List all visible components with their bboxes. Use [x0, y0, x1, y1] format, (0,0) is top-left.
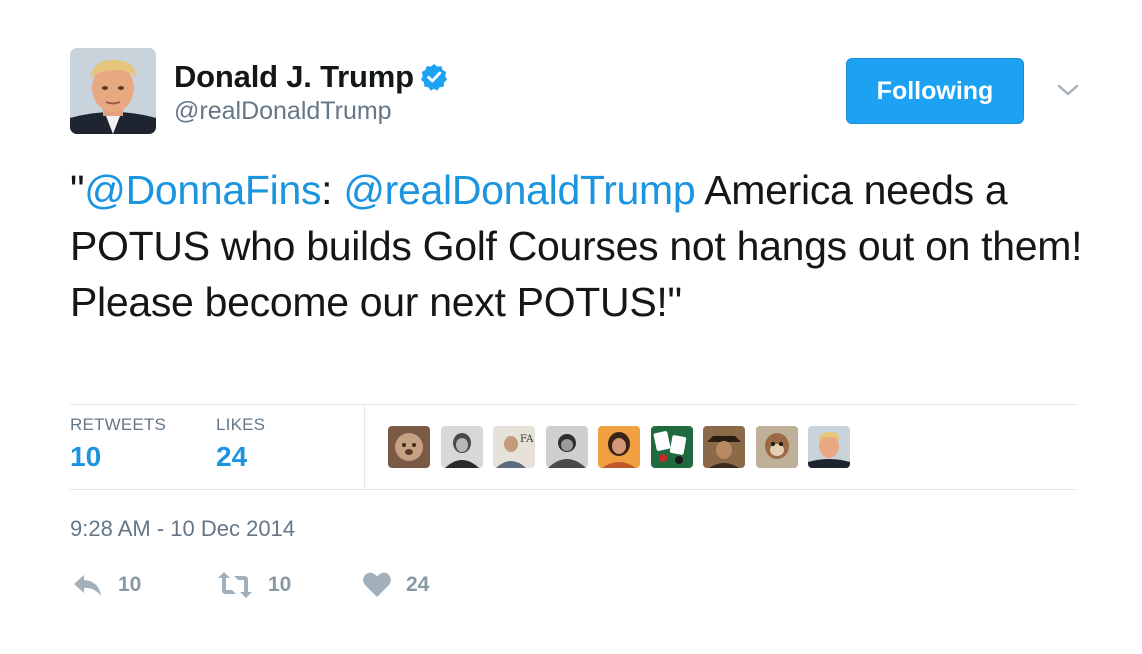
likes-stat[interactable]: LIKES 24	[216, 415, 265, 473]
stats-vertical-divider	[364, 405, 365, 489]
mention-link-donnafins[interactable]: @DonnaFins	[84, 167, 321, 213]
reply-icon	[72, 568, 104, 602]
stats-top-divider	[70, 404, 1076, 405]
user-handle[interactable]: @realDonaldTrump	[174, 96, 448, 126]
liker-avatar[interactable]	[545, 426, 588, 468]
liker-avatar[interactable]: FA	[493, 426, 535, 468]
retweet-button[interactable]: 10	[216, 568, 291, 602]
liker-avatar[interactable]	[755, 426, 798, 468]
liker-avatar[interactable]	[440, 426, 483, 468]
tweet-quote-open: "	[70, 167, 85, 213]
stats-bottom-divider	[70, 489, 1076, 490]
svg-text:FA: FA	[520, 434, 534, 445]
heart-icon	[362, 568, 392, 602]
following-button[interactable]: Following	[846, 58, 1024, 124]
liker-avatar[interactable]	[388, 426, 430, 468]
display-name[interactable]: Donald J. Trump	[174, 56, 448, 98]
reply-button[interactable]: 10	[72, 568, 141, 602]
liker-avatar[interactable]	[598, 426, 640, 468]
retweet-count: 10	[268, 573, 292, 596]
user-name-block[interactable]: Donald J. Trump @realDonaldTrump	[174, 56, 448, 126]
mention-link-realdonaldtrump[interactable]: @realDonaldTrump	[343, 167, 695, 213]
retweets-stat[interactable]: RETWEETS 10	[70, 415, 166, 473]
liker-avatar[interactable]	[650, 426, 693, 468]
liker-avatar[interactable]	[703, 426, 745, 468]
like-button[interactable]: 24	[362, 568, 429, 602]
tweet-colon: :	[321, 167, 344, 213]
likes-value[interactable]: 24	[216, 441, 265, 473]
profile-avatar[interactable]	[70, 48, 156, 134]
chevron-down-icon[interactable]	[1054, 78, 1082, 102]
likes-label: LIKES	[216, 415, 266, 434]
display-name-text[interactable]: Donald J. Trump	[174, 56, 414, 98]
like-count: 24	[406, 573, 430, 596]
retweets-value[interactable]: 10	[70, 441, 166, 473]
liker-avatar[interactable]	[808, 426, 850, 468]
reply-count: 10	[118, 573, 142, 596]
retweet-icon	[216, 568, 254, 602]
likers-avatar-row: FA	[388, 426, 861, 468]
retweets-label: RETWEETS	[70, 415, 167, 434]
tweet-text: "@DonnaFins: @realDonaldTrump America ne…	[70, 162, 1090, 330]
verified-badge-icon	[420, 63, 448, 91]
tweet-timestamp[interactable]: 9:28 AM - 10 Dec 2014	[70, 516, 295, 542]
